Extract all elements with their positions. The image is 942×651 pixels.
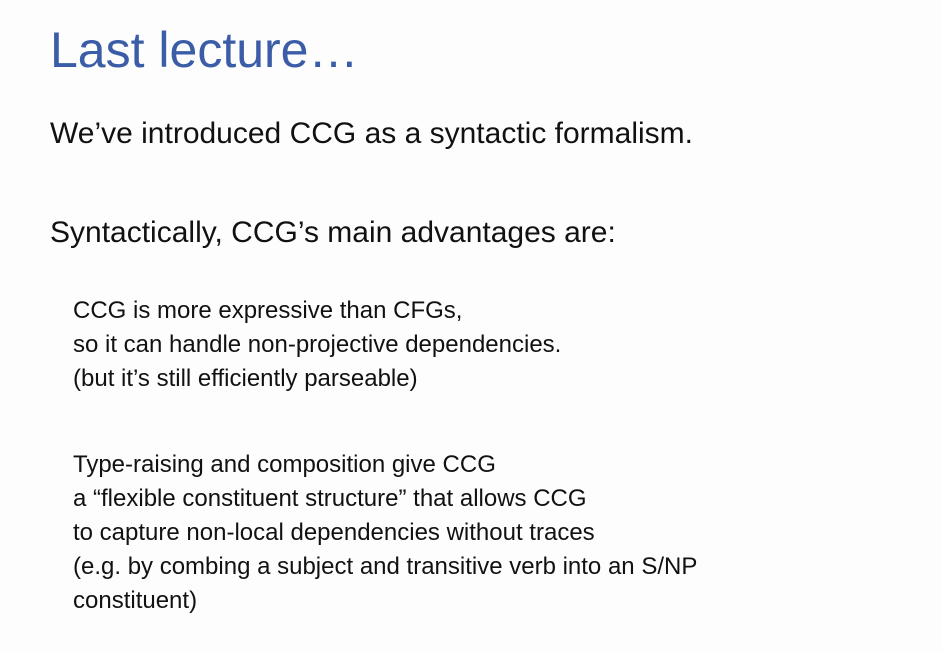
slide-title: Last lecture… — [50, 22, 359, 78]
point-line: Type-raising and composition give CCG — [73, 451, 496, 478]
point-line: a “flexible constituent structure” that … — [73, 485, 587, 512]
advantage-point-flexible-structure: Type-raising and composition give CCG a … — [73, 448, 697, 618]
advantage-point-expressiveness: CCG is more expressive than CFGs, so it … — [73, 294, 561, 396]
slide: Last lecture… We’ve introduced CCG as a … — [0, 0, 942, 651]
point-line: so it can handle non-projective dependen… — [73, 331, 562, 358]
intro-text: We’ve introduced CCG as a syntactic form… — [50, 117, 693, 150]
point-line: (e.g. by combing a subject and transitiv… — [73, 553, 698, 580]
point-line: CCG is more expressive than CFGs, — [73, 297, 463, 324]
point-line: constituent) — [73, 587, 198, 614]
point-line: to capture non-local dependencies withou… — [73, 519, 595, 546]
advantages-heading: Syntactically, CCG’s main advantages are… — [50, 216, 616, 249]
point-line: (but it’s still efficiently parseable) — [73, 365, 418, 392]
